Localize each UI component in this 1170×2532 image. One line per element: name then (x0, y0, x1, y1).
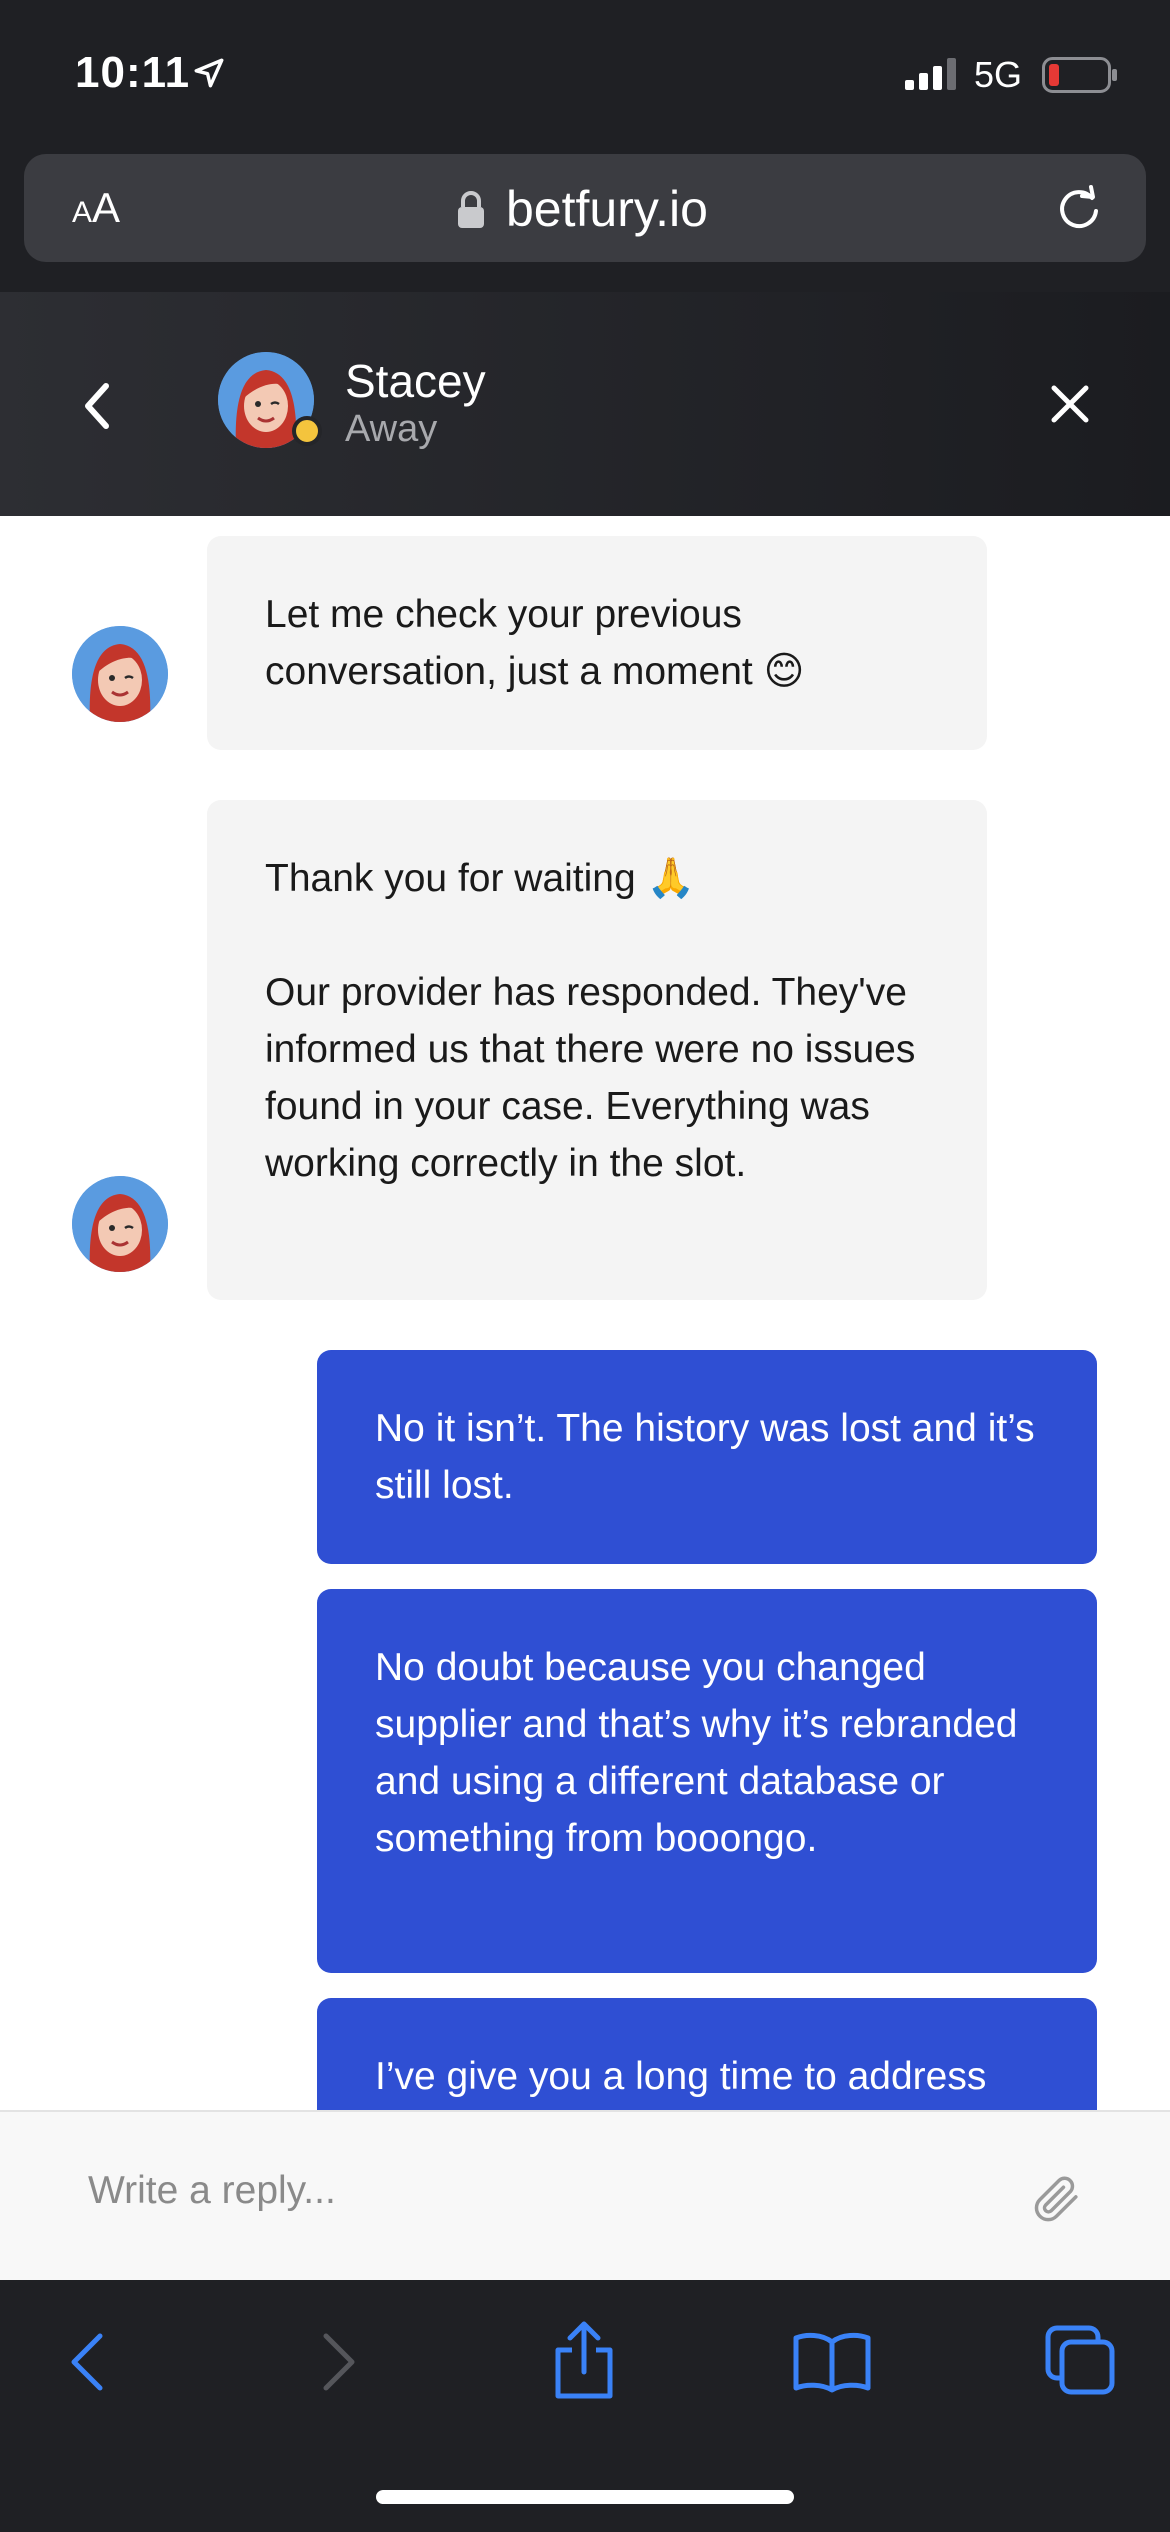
user-message-bubble: I’ve give you a long time to address (317, 1998, 1097, 2110)
home-indicator[interactable] (376, 2490, 794, 2504)
agent-message-bubble: Thank you for waiting 🙏 Our provider has… (207, 800, 987, 1300)
reply-bar (0, 2110, 1170, 2280)
browser-url-bar: AA betfury.io (0, 150, 1170, 292)
message-text: I’ve give you a long time to address (375, 2055, 987, 2098)
message-text: No it isn’t. The history was lost and it… (375, 1407, 1035, 1507)
agent-status: Away (345, 408, 438, 450)
status-bar: 10:11 5G (0, 0, 1170, 150)
close-icon[interactable] (1050, 384, 1090, 424)
bookmarks-icon[interactable] (792, 2328, 872, 2394)
message-text: Our provider has responded. They've info… (265, 971, 916, 1185)
tabs-icon[interactable] (1044, 2324, 1116, 2396)
browser-back-icon[interactable] (66, 2330, 110, 2394)
agent-message-avatar (72, 1176, 168, 1272)
cellular-signal-icon (905, 58, 956, 90)
message-text: Thank you for waiting 🙏 (265, 857, 696, 900)
battery-icon (1042, 57, 1117, 93)
lock-icon (458, 191, 484, 228)
attachment-icon[interactable] (1028, 2168, 1084, 2228)
network-type: 5G (974, 54, 1023, 95)
browser-forward-icon[interactable] (316, 2330, 360, 2394)
agent-message-bubble: Let me check your previous conversation,… (207, 536, 987, 750)
status-time: 10:11 (75, 48, 191, 97)
reply-input[interactable] (86, 2168, 990, 2214)
message-text: No doubt because you changed supplier an… (375, 1646, 1018, 1860)
agent-name: Stacey (345, 355, 486, 407)
address-field[interactable]: AA betfury.io (24, 154, 1146, 262)
message-list[interactable]: Let me check your previous conversation,… (0, 516, 1170, 2110)
text-size-button[interactable]: AA (72, 184, 120, 232)
reload-icon[interactable] (1054, 184, 1104, 234)
message-text: Let me check your previous conversation,… (265, 593, 805, 693)
url-text[interactable]: betfury.io (506, 180, 708, 238)
agent-message-avatar (72, 626, 168, 722)
user-message-bubble: No doubt because you changed supplier an… (317, 1589, 1097, 1973)
user-message-bubble: No it isn’t. The history was lost and it… (317, 1350, 1097, 1564)
share-icon[interactable] (548, 2320, 620, 2400)
location-arrow-icon (194, 58, 224, 88)
away-status-dot (292, 416, 322, 446)
chat-header: Stacey Away (0, 292, 1170, 516)
back-chevron-icon[interactable] (82, 382, 112, 430)
